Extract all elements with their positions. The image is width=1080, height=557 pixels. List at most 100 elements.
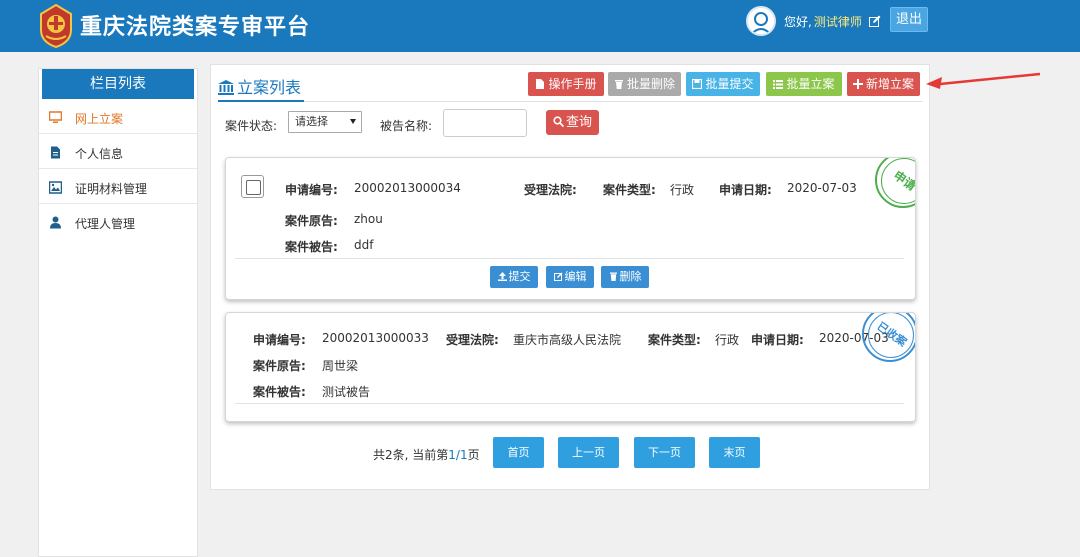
plus-icon [852,79,863,89]
last-page-button[interactable]: 末页 [709,437,760,468]
defendant-label: 案件被告: [253,385,306,399]
logout-button[interactable]: 退出 [890,7,928,32]
sidebar-item-evidence-materials[interactable]: 证明材料管理 [39,170,197,204]
apply-date-label: 申请日期: [719,183,772,197]
search-button-label: 查询 [565,115,592,130]
batch-submit-label: 批量提交 [705,77,754,91]
sidebar-item-label: 网上立案 [75,112,124,126]
case-type-value: 行政 [715,333,740,347]
title-underline [218,100,304,102]
app-no-value: 20002013000033 [322,331,429,345]
user-greeting: 您好, 测试律师 [784,13,881,30]
edit-icon [553,272,562,281]
card-divider [235,258,904,259]
delete-button-label: 删除 [619,270,642,283]
sidebar-item-label: 个人信息 [75,147,124,161]
institution-icon [218,80,234,95]
sidebar-item-online-filing[interactable]: 网上立案 [39,100,197,134]
batch-delete-label: 批量删除 [626,77,675,91]
trash-icon [609,272,617,281]
case-list-panel: 立案列表 操作手册 批量删除 批量提交 批量立案 新增立案 案件状态: 请选择 … [210,64,930,490]
status-filter-label: 案件状态: [225,119,278,133]
submit-button-label: 提交 [508,270,531,283]
edit-button-label: 编辑 [564,270,587,283]
upload-icon [497,272,507,281]
submit-button[interactable]: 提交 [490,266,538,288]
current-page: 1 [448,448,456,462]
manual-button[interactable]: 操作手册 [528,72,604,96]
defendant-value: ddf [354,238,374,252]
defendant-name-label: 被告名称: [380,119,433,133]
total-pages: /1 [455,448,468,462]
batch-file-button[interactable]: 批量立案 [766,72,842,96]
case-card-2: 申请编号: 20002013000033 受理法院: 重庆市高级人民法院 案件类… [225,312,916,422]
greeting-text: 您好, [784,15,812,29]
case-type-label: 案件类型: [648,333,701,347]
batch-delete-button[interactable]: 批量删除 [608,72,681,96]
plaintiff-value: 周世梁 [322,359,359,373]
sidebar-title: 栏目列表 [42,69,194,99]
delete-button[interactable]: 删除 [601,266,649,288]
sidebar-item-agent-management[interactable]: 代理人管理 [39,205,197,239]
page-title: 立案列表 [218,74,301,98]
page-title-text: 立案列表 [237,78,302,97]
status-select-value: 请选择 [295,115,328,128]
top-header: 重庆法院类案专审平台 您好, 测试律师 退出 [0,0,1080,52]
file-icon [536,79,545,89]
defendant-label: 案件被告: [285,240,338,254]
chevron-down-icon [350,119,356,124]
apply-date-value: 2020-07-03 [787,181,857,195]
search-button[interactable]: 查询 [546,110,599,135]
first-page-button[interactable]: 首页 [493,437,544,468]
save-icon [692,79,703,89]
user-avatar-icon [750,12,772,34]
monitor-icon [49,111,62,123]
annotation-arrow-icon [926,72,1041,89]
image-icon [49,181,62,194]
sidebar: 栏目列表 网上立案 个人信息 证明材料管理 代理人管理 [38,68,198,557]
manual-button-label: 操作手册 [548,77,597,91]
plaintiff-label: 案件原告: [253,359,306,373]
pagination-prefix: 共2条, 当前第 [373,448,449,462]
court-value: 重庆市高级人民法院 [513,333,622,347]
trash-icon [614,80,623,89]
app-no-value: 20002013000034 [354,181,461,195]
document-icon [51,146,60,159]
apply-date-label: 申请日期: [751,333,804,347]
sidebar-item-label: 证明材料管理 [75,182,148,196]
app-title: 重庆法院类案专审平台 [80,15,311,40]
defendant-name-input[interactable] [443,109,527,137]
search-icon [553,116,564,127]
court-label: 受理法院: [446,333,499,347]
plaintiff-value: zhou [354,212,383,226]
edit-profile-icon[interactable] [868,15,881,27]
card-divider [235,403,904,404]
avatar[interactable] [746,6,776,36]
status-stamp: 已收案 [862,313,915,362]
sidebar-item-label: 代理人管理 [75,217,136,231]
title-divider [218,101,923,102]
case-card-1: 申请编号: 20002013000034 受理法院: 案件类型: 行政 申请日期… [225,157,916,300]
status-stamp: 申请 [875,158,915,208]
next-page-button[interactable]: 下一页 [634,437,695,468]
sidebar-item-personal-info[interactable]: 个人信息 [39,135,197,169]
edit-button[interactable]: 编辑 [546,266,594,288]
batch-submit-button[interactable]: 批量提交 [686,72,760,96]
prev-page-button[interactable]: 上一页 [558,437,619,468]
pagination-info: 共2条, 当前第1/1页 [373,446,480,463]
new-case-button[interactable]: 新增立案 [847,72,920,96]
case-type-value: 行政 [670,183,695,197]
court-label: 受理法院: [524,183,577,197]
plaintiff-label: 案件原告: [285,214,338,228]
new-case-label: 新增立案 [865,77,914,91]
case-select-checkbox[interactable] [241,175,264,198]
status-select[interactable]: 请选择 [288,111,362,133]
list-icon [773,80,784,89]
username-link[interactable]: 测试律师 [814,15,862,29]
app-no-label: 申请编号: [285,183,338,197]
defendant-value: 测试被告 [322,385,371,399]
user-icon [50,216,61,229]
court-emblem-icon [40,4,72,48]
pagination-suffix: 页 [467,448,480,462]
app-no-label: 申请编号: [253,333,306,347]
